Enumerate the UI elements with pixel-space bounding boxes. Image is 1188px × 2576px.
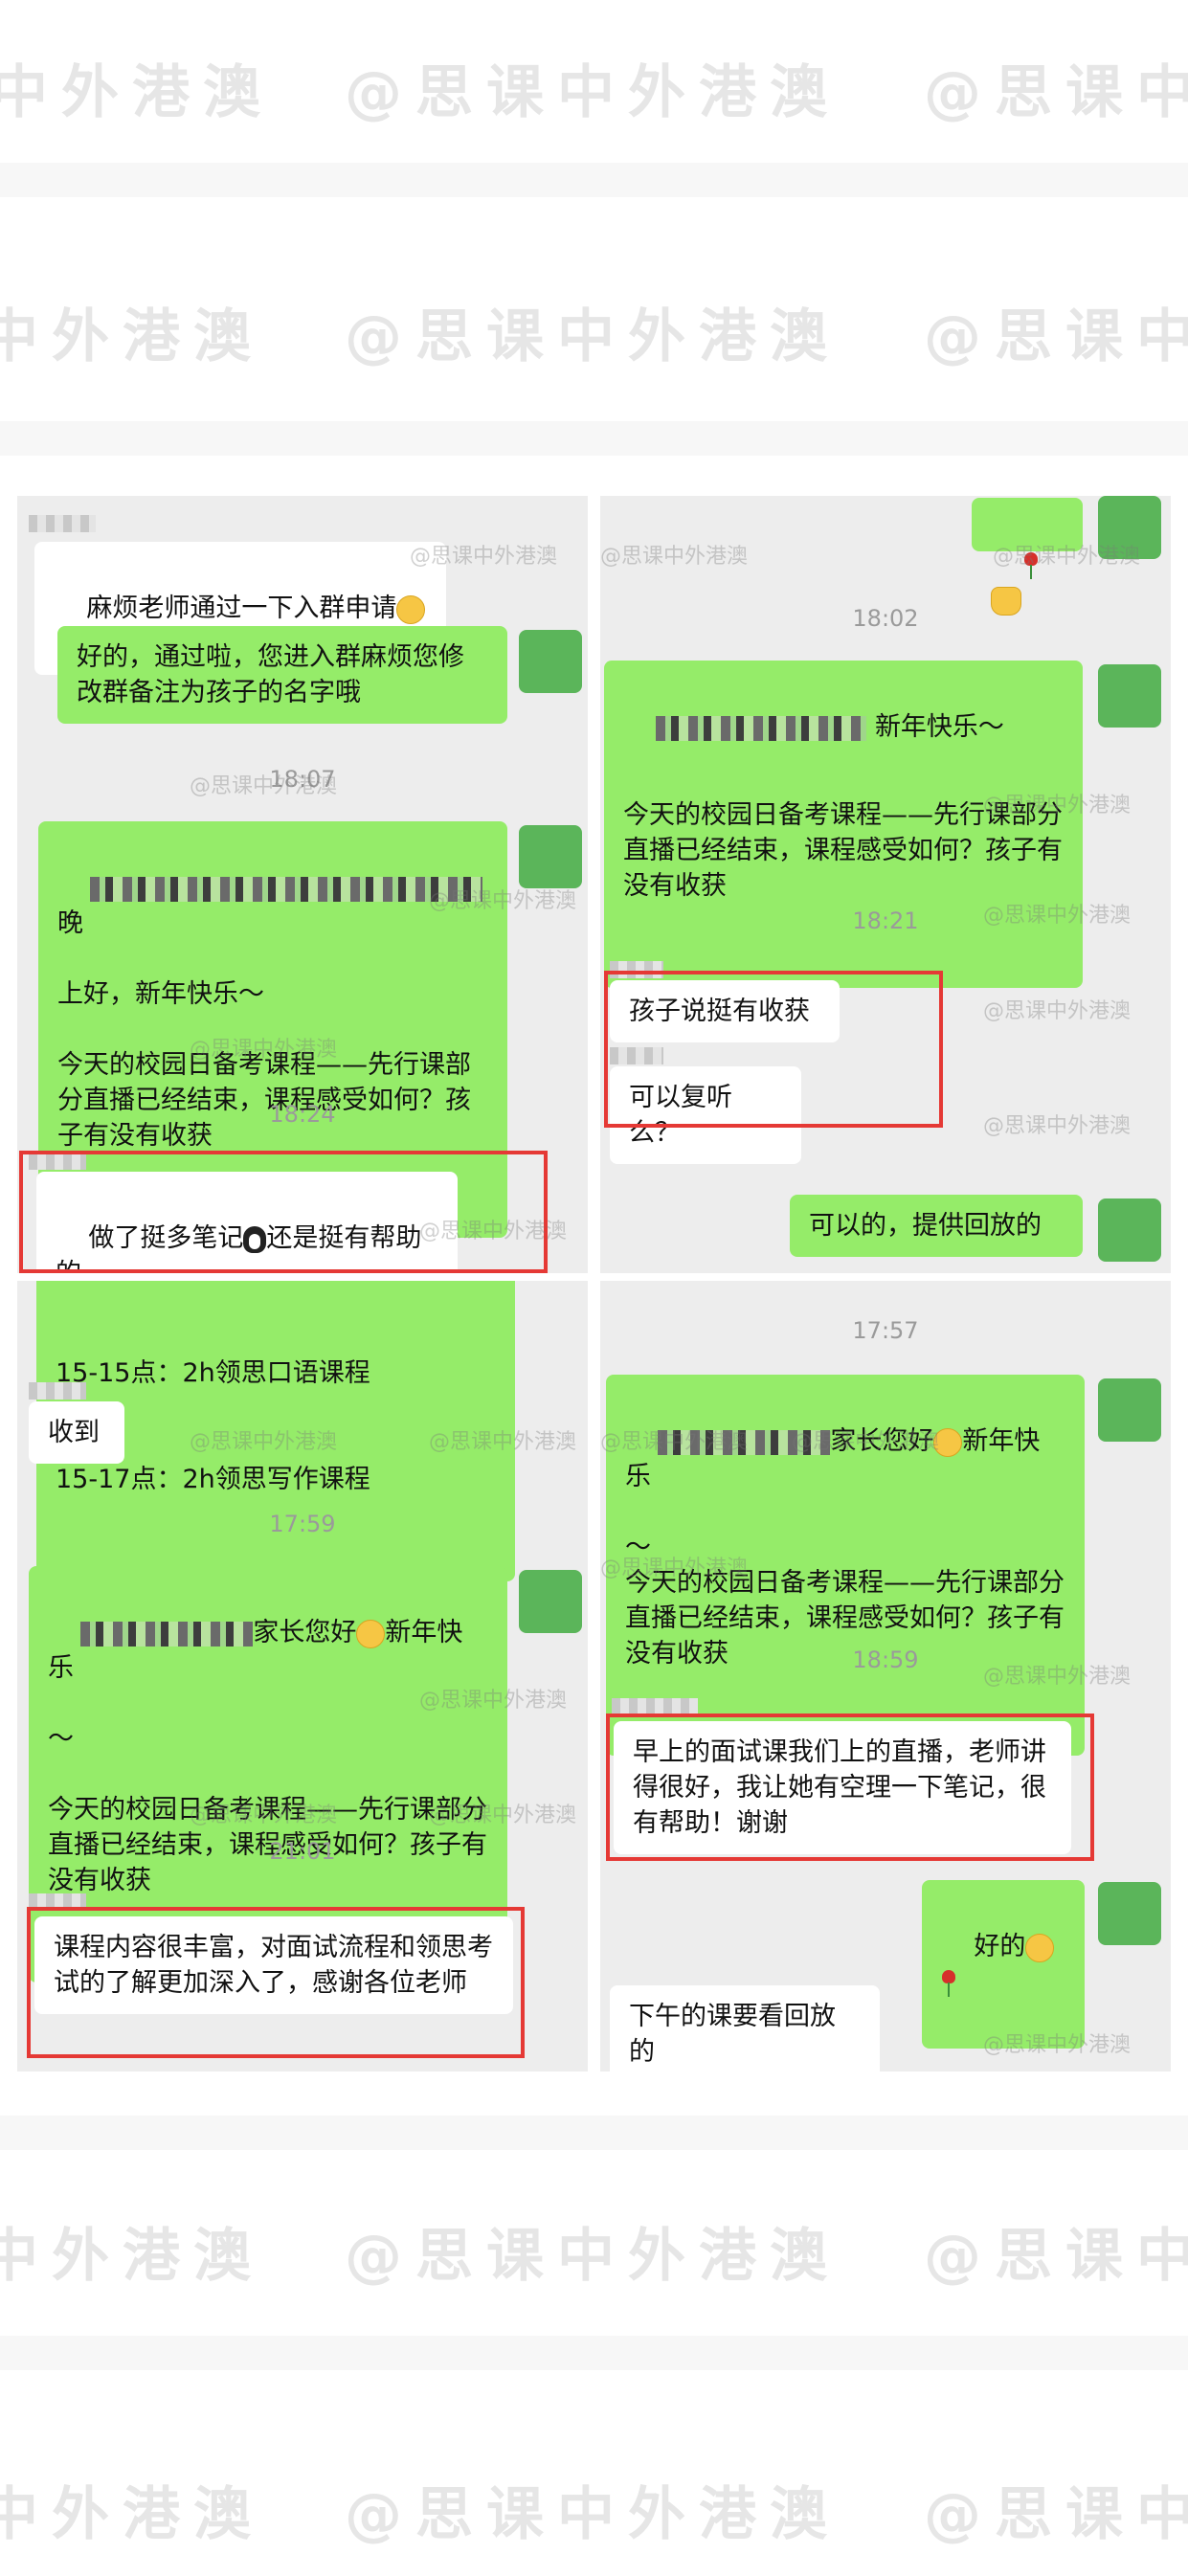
emoji-icon [396, 594, 426, 624]
inline-watermark: @思课中外港澳 [190, 1038, 338, 1062]
inline-watermark: @思课中外港澳 [993, 545, 1141, 569]
message-text: 15-17点：2h领思写作课程 [56, 1465, 370, 1494]
inline-watermark: @思课中外港澳 [419, 1689, 568, 1713]
blurred-name [90, 876, 483, 902]
message-bubble: 收到 [29, 1401, 124, 1464]
rose-icon [941, 1969, 956, 1997]
inline-watermark: @思课中外港澳 [429, 1430, 577, 1454]
avatar[interactable] [519, 1570, 582, 1633]
highlight-box [606, 1714, 1094, 1861]
message-bubble: 下午的课要看回放的 [610, 1985, 880, 2072]
watermark-band [0, 2116, 1188, 2150]
watermark-text: 中外港澳 [0, 2223, 264, 2290]
watermark-band [0, 2336, 1188, 2370]
message-text: 晚 [57, 908, 83, 938]
watermark-text: @思课中外港澳 [345, 2223, 841, 2290]
smile-emoji-icon [356, 1619, 386, 1648]
watermark-text: @思课中 [924, 303, 1188, 370]
inline-watermark: @思课中外港澳 [983, 904, 1132, 928]
message-bubble: 好的 [922, 1880, 1085, 2049]
watermark-text: @思课中外港澳 [345, 2481, 841, 2548]
inline-watermark: @思课中外港澳 [429, 1803, 577, 1827]
avatar[interactable] [519, 630, 582, 693]
watermark-text: 中外港澳 [0, 2481, 264, 2548]
avatar[interactable] [1098, 1378, 1161, 1442]
inline-watermark: @思课中外港澳 [983, 999, 1132, 1023]
message-text: 麻烦老师通过一下入群申请 [86, 594, 397, 623]
watermark-text: @思课中外港澳 [924, 2223, 1188, 2290]
highlight-box [19, 1151, 548, 1273]
avatar[interactable] [519, 825, 582, 888]
timestamp: 18:02 [852, 605, 919, 632]
avatar[interactable] [1098, 1198, 1161, 1262]
chat-panel-2: 18:02 新年快乐～ 今天的校园日备考课程——先行课部分直播已经结束，课程感受… [600, 496, 1171, 1273]
message-bubble: 可以的，提供回放的 [790, 1195, 1083, 1257]
timestamp: 18:24 [269, 1101, 336, 1128]
inline-watermark: @思课中外港澳 [983, 1114, 1132, 1138]
inline-watermark: @思课中外港澳 [410, 545, 558, 569]
inline-watermark: @思课中外港澳 [600, 1557, 749, 1580]
blurred-sender-name [29, 1382, 86, 1400]
inline-watermark: @思课中外港澳 [983, 2033, 1132, 2057]
chat-panel-4: 17:57 家长您好 新年快乐 ～ 今天的校园日备考课程——先行课部分直播已经结束… [600, 1281, 1171, 2072]
inline-watermark: @思课中外港澳 [429, 889, 577, 913]
watermark-text: 中外港澳 [0, 303, 264, 370]
timestamp: 21:01 [269, 1838, 336, 1865]
inline-watermark: @思课中外港澳 [600, 545, 749, 569]
watermark-band [0, 163, 1188, 197]
inline-watermark: @思课中外港澳 [190, 1803, 338, 1827]
message-bubble: 新年快乐～ 今天的校园日备考课程——先行课部分直播已经结束，课程感受如何？孩子有… [604, 661, 1083, 988]
watermark-row: 中外港澳 @思课中外港澳 @思课中外港澳 [0, 29, 1188, 126]
chat-panel-1: 麻烦老师通过一下入群申请 好的，通过啦，您进入群麻烦您修改群备注为孩子的名字哦 … [17, 496, 588, 1273]
watermark-text: @思课中外港澳 [345, 303, 841, 370]
highlight-box [27, 1907, 525, 2058]
blurred-name [80, 1621, 254, 1646]
avatar[interactable] [1098, 664, 1161, 728]
timestamp: 17:57 [852, 1317, 919, 1344]
inline-watermark: @思课中外港澳 [190, 1430, 338, 1454]
inline-watermark: @思课中外港澳 [190, 774, 338, 798]
watermark-row: 中外港澳 @思课中外港澳 @思课中 [0, 2451, 1188, 2548]
message-text: 好的 [974, 1932, 1026, 1961]
blurred-name [656, 715, 867, 741]
watermark-row: 中外港澳 @思课中外港澳 @思课中 [0, 273, 1188, 370]
chat-panel-3: 15-15点：2h领思口语课程 15-17点：2h领思写作课程 收到 17:59… [17, 1281, 588, 2072]
watermark-row: 中外港澳 @思课中外港澳 @思课中外港澳 [0, 2192, 1188, 2290]
smile-emoji-icon [1025, 1933, 1055, 1962]
watermark-text: @思课中外港澳 [924, 59, 1188, 126]
inline-watermark: @思课中外港澳 [419, 1220, 568, 1243]
inline-watermark: @思课中外港澳 [600, 1430, 749, 1454]
inline-watermark: @思课中外港澳 [983, 794, 1132, 818]
avatar[interactable] [1098, 1882, 1161, 1945]
highlight-box [604, 971, 943, 1128]
watermark-text: @思课中外港澳 [345, 59, 841, 126]
watermark-band [0, 421, 1188, 456]
timestamp: 17:59 [269, 1511, 336, 1537]
message-text: 家长您好 [253, 1618, 357, 1647]
watermark-text: @思课中 [924, 2481, 1188, 2548]
message-text: 15-15点：2h领思口语课程 [56, 1358, 370, 1388]
watermark-text: 中外港澳 [0, 59, 274, 126]
message-text: 新年快乐～ [874, 712, 1004, 742]
inline-watermark: @思课中外港澳 [983, 1665, 1132, 1689]
message-bubble: 好的，通过啦，您进入群麻烦您修改群备注为孩子的名字哦 [57, 626, 507, 724]
blurred-sender-name [29, 515, 96, 532]
inline-watermark: @思课中外港澳 [792, 1430, 940, 1454]
